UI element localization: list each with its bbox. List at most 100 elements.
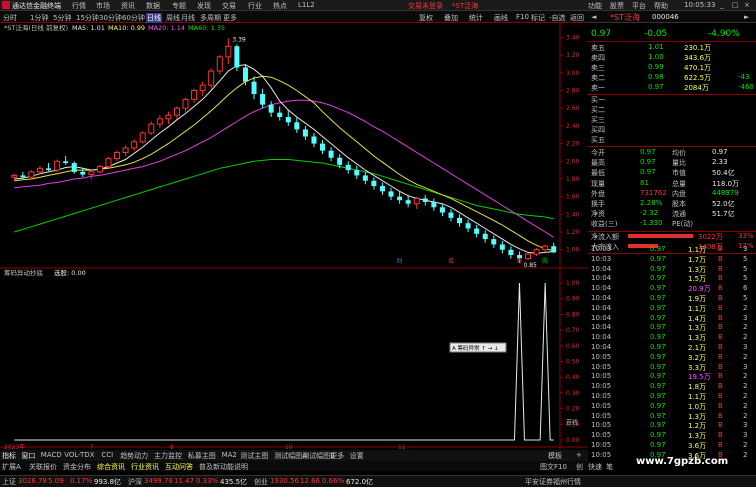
extension-tab-right[interactable]: 图文F10	[540, 462, 567, 472]
menu-item-gupiao[interactable]: 股票	[610, 1, 624, 11]
menu-item-bangzhu[interactable]: 帮助	[654, 1, 668, 11]
extension-tab[interactable]: 扩展A	[2, 462, 21, 472]
index-ticker-field[interactable]: 0.66%	[322, 477, 344, 485]
index-ticker-field[interactable]: 435.5亿	[220, 477, 247, 487]
next-stock-icon[interactable]: ►	[744, 13, 749, 21]
extension-tab[interactable]: 普及新动能说明	[199, 462, 248, 472]
period-daily[interactable]: 日线	[146, 13, 162, 23]
period-weekly[interactable]: 周线	[166, 13, 180, 23]
extension-tab[interactable]: 行业资讯	[131, 462, 159, 472]
minimize-icon[interactable]: _	[720, 1, 724, 9]
indicator-tab[interactable]: 私募主图	[188, 451, 216, 461]
index-ticker-field[interactable]: 5.09	[48, 477, 64, 485]
period-more[interactable]: 更多	[223, 13, 237, 23]
menu-item-hangqing[interactable]: 行情	[72, 1, 86, 11]
tick-side: B	[718, 274, 723, 283]
menu-item-shuju[interactable]: 数据	[146, 1, 160, 11]
tick-price: 0.97	[650, 264, 666, 273]
menu-item-hangye[interactable]: 行业	[248, 1, 262, 11]
indicator-tab[interactable]: VOL-TDX	[64, 451, 94, 459]
indicator-tab[interactable]: 窗口	[21, 451, 35, 461]
stat-value: 0.97	[640, 158, 656, 167]
menu-item-jiaoyi[interactable]: 交易	[222, 1, 236, 11]
close-icon[interactable]: ×	[744, 1, 750, 9]
btn-huaxian[interactable]: 画线	[494, 13, 508, 23]
period-monthly[interactable]: 月线	[181, 13, 195, 23]
tick-volume: 1.4万	[688, 314, 707, 323]
menu-item-zixun[interactable]: 资讯	[121, 1, 135, 11]
indicator-tab[interactable]: MA2	[222, 451, 237, 459]
stat-value: 0.97	[640, 168, 656, 177]
btn-f10[interactable]: F10	[516, 13, 529, 21]
tick-count: 2	[743, 401, 748, 410]
index-ticker-field[interactable]: 672.0亿	[346, 477, 373, 487]
index-ticker-field[interactable]: 3026.78	[18, 477, 47, 485]
prev-stock-icon[interactable]: ◄	[591, 13, 596, 21]
chart-title: *ST泛海(日线 前复权)	[4, 23, 68, 32]
extension-tab[interactable]: 综合资讯	[97, 462, 125, 472]
period-multi[interactable]: 多周期	[200, 13, 221, 23]
extension-tab-right[interactable]: 快速	[588, 462, 602, 472]
event-marker[interactable]: 筹	[516, 257, 522, 265]
menu-item-redian[interactable]: 热点	[273, 1, 287, 11]
index-ticker-field[interactable]: 1930.56	[270, 477, 299, 485]
tick-volume: 1.2万	[688, 422, 707, 431]
period-30min[interactable]: 30分钟	[99, 13, 122, 23]
index-ticker-field[interactable]: 上证	[2, 477, 16, 487]
btn-fanhui[interactable]: 返回	[570, 13, 584, 23]
period-1min[interactable]: 1分钟	[30, 13, 48, 23]
indicator-tab[interactable]: 主力监控	[154, 451, 182, 461]
indicator-tab[interactable]: MACD	[41, 451, 62, 459]
event-marker[interactable]: 购	[542, 257, 548, 265]
period-5min[interactable]: 5分钟	[53, 13, 71, 23]
tick-price: 0.97	[650, 421, 666, 430]
period-fenshi[interactable]: 分时	[3, 13, 17, 23]
trade-login-status[interactable]: 交易未登录	[408, 1, 443, 11]
btn-diejia[interactable]: 叠加	[444, 13, 458, 23]
indicator-tab[interactable]: CCI	[101, 451, 113, 459]
indicator-tooltip[interactable]: A 筹码异常 ↑ → ↓	[449, 342, 507, 353]
btn-fuquan[interactable]: 复权	[419, 13, 433, 23]
index-ticker-field[interactable]: 0.33%	[196, 477, 218, 485]
indicator-tab[interactable]: 更多	[330, 451, 344, 461]
btn-biaoji[interactable]: 标记	[531, 13, 545, 23]
index-ticker-field[interactable]: 沪深	[128, 477, 142, 487]
indicator-tab[interactable]: 设置	[350, 451, 364, 461]
index-ticker-field[interactable]: 12.66	[300, 477, 320, 485]
indicator-tab[interactable]: 指标	[2, 451, 16, 461]
menu-item-gongneng[interactable]: 功能	[588, 1, 602, 11]
index-ticker-field[interactable]: 3499.78	[144, 477, 173, 485]
extension-tab[interactable]: 关联报价	[29, 462, 57, 472]
add-tab-button[interactable]: +	[576, 451, 582, 459]
tick-price: 0.97	[650, 274, 666, 283]
index-ticker-field[interactable]: 创业	[254, 477, 268, 487]
menu-item-faxian[interactable]: 发现	[197, 1, 211, 11]
menu-item-l1l2[interactable]: L1L2	[298, 1, 315, 9]
tick-count: 3	[743, 362, 748, 371]
template-button[interactable]: 模板	[548, 451, 562, 461]
extension-tab[interactable]: 资金分布	[63, 462, 91, 472]
ask-label: 卖四	[591, 54, 605, 62]
kline-chart[interactable]: *ST泛海(日线 前复权) MA5: 1.01 MA10: 0.99 MA20: 1.…	[0, 23, 588, 450]
btn-zixuan[interactable]: -自选	[549, 13, 566, 23]
menu-item-pingtai[interactable]: 平台	[632, 1, 646, 11]
index-ticker-field[interactable]: 11.47	[174, 477, 194, 485]
event-marker[interactable]: 财	[397, 257, 403, 265]
menu-item-zhuanti[interactable]: 专题	[172, 1, 186, 11]
index-ticker-field[interactable]: 993.8亿	[94, 477, 121, 487]
tick-price: 0.97	[650, 303, 666, 312]
period-15min[interactable]: 15分钟	[76, 13, 99, 23]
tick-price: 0.97	[650, 294, 666, 302]
extension-tab[interactable]: 互动问答	[165, 462, 193, 472]
maximize-icon[interactable]: □	[732, 1, 739, 9]
index-ticker-field[interactable]: 0.17%	[70, 477, 92, 485]
price-tick-label: 2.60	[566, 105, 580, 112]
event-marker[interactable]: 增	[448, 257, 454, 265]
period-60min[interactable]: 60分钟	[122, 13, 145, 23]
btn-tongji[interactable]: 统计	[469, 13, 483, 23]
indicator-tab[interactable]: 测试主图	[240, 451, 268, 461]
indicator-tab[interactable]: 趋势动力	[120, 451, 148, 461]
extension-tab-right[interactable]: 创	[576, 462, 583, 472]
extension-tab-right[interactable]: 笔	[606, 462, 613, 472]
menu-item-shichang[interactable]: 市场	[96, 1, 110, 11]
